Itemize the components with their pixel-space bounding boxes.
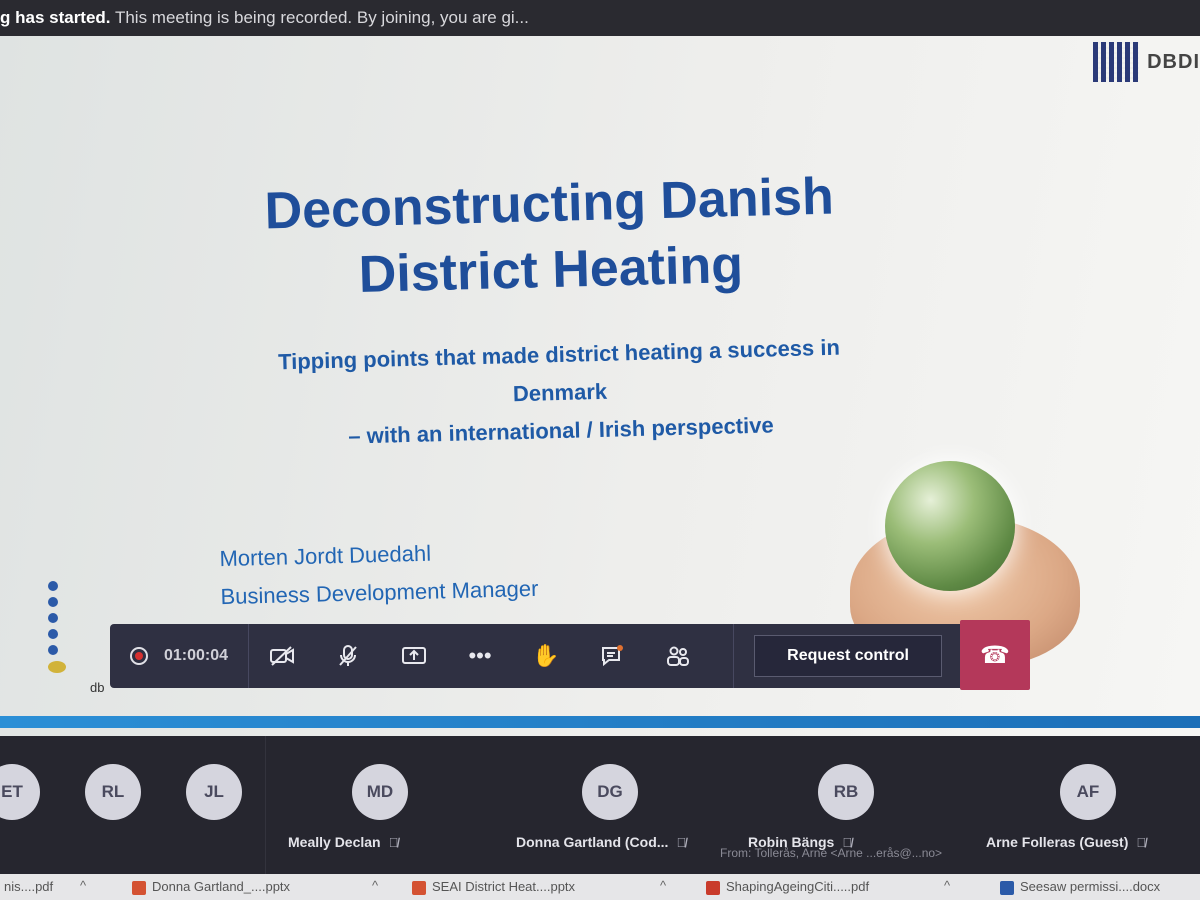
avatar[interactable]: RB xyxy=(818,764,874,820)
download-item[interactable]: nis....pdf xyxy=(4,879,53,894)
presenter-info: Morten Jordt Duedahl Business Developmen… xyxy=(219,532,539,616)
participant-name: Meally Declan 🎙̸ xyxy=(288,834,399,850)
banner-bold-text: g has started. xyxy=(0,8,111,27)
participants-icon xyxy=(667,646,690,666)
more-options-icon: ••• xyxy=(468,643,492,668)
chat-button[interactable] xyxy=(579,624,645,688)
mic-toggle-button[interactable] xyxy=(315,624,381,688)
docx-file-icon xyxy=(1000,880,1014,895)
avatar[interactable]: DG xyxy=(582,764,638,820)
download-item[interactable]: Seesaw permissi....docx xyxy=(1000,879,1160,895)
mic-off-icon: 🎙̸ xyxy=(388,835,399,850)
chevron-up-icon[interactable]: ^ xyxy=(944,878,950,893)
globe-image xyxy=(885,461,1015,591)
more-options-button[interactable]: ••• xyxy=(447,624,513,688)
mic-off-icon: 🎙̸ xyxy=(1136,835,1147,850)
participant-strip: ET RL JL MD Meally Declan 🎙̸ DG Donna Gar… xyxy=(0,736,1200,874)
avatar[interactable]: RL xyxy=(85,764,141,820)
presenter-role: Business Development Manager xyxy=(220,575,539,610)
recording-banner: g has started. This meeting is being rec… xyxy=(0,0,1200,36)
share-screen-button[interactable] xyxy=(381,624,447,688)
mic-off-icon xyxy=(339,645,357,666)
pptx-file-icon xyxy=(412,880,426,895)
chevron-up-icon[interactable]: ^ xyxy=(660,878,666,893)
meeting-toolbar: 01:00:04 ••• ✋ Request control ☎ xyxy=(110,620,1030,690)
underlying-email-text: From: Tollerås, Arne <Arne ...erås@...no… xyxy=(720,846,943,860)
slide-footer-text: db xyxy=(90,680,105,695)
pptx-file-icon xyxy=(132,880,146,895)
mic-off-icon: 🎙̸ xyxy=(676,835,687,850)
request-control-button[interactable]: Request control xyxy=(754,635,943,677)
shared-slide: DBDI Deconstructing Danish District Heat… xyxy=(0,36,1200,736)
slide-title: Deconstructing Danish District Heating xyxy=(168,161,931,313)
download-item[interactable]: SEAI District Heat....pptx xyxy=(412,879,575,895)
share-screen-icon xyxy=(402,647,427,664)
hang-up-icon: ☎ xyxy=(980,641,1010,669)
hang-up-button[interactable]: ☎ xyxy=(960,620,1030,690)
logo-text: DBDI xyxy=(1147,50,1200,73)
avatar[interactable]: AF xyxy=(1060,764,1116,820)
chat-icon xyxy=(602,645,624,667)
participant-name: Donna Gartland (Cod... 🎙̸ xyxy=(516,834,687,850)
chevron-up-icon[interactable]: ^ xyxy=(372,878,378,893)
pdf-file-icon xyxy=(706,880,720,895)
banner-text: This meeting is being recorded. By joini… xyxy=(110,8,529,27)
slide-subtitle: Tipping points that made district heatin… xyxy=(179,326,942,460)
decorative-dots xyxy=(48,581,66,679)
avatar[interactable]: JL xyxy=(186,764,242,820)
chevron-up-icon[interactable]: ^ xyxy=(80,878,86,893)
participants-button[interactable] xyxy=(645,624,711,688)
avatar[interactable]: MD xyxy=(352,764,408,820)
slide-footer-bar xyxy=(0,716,1200,728)
meeting-timer: 01:00:04 xyxy=(164,647,229,664)
participant-name: Arne Folleras (Guest) 🎙̸ xyxy=(986,834,1147,850)
download-item[interactable]: ShapingAgeingCiti.....pdf xyxy=(706,879,869,895)
download-item[interactable]: Donna Gartland_....pptx xyxy=(132,879,290,895)
raise-hand-button[interactable]: ✋ xyxy=(513,624,579,688)
camera-toggle-button[interactable] xyxy=(249,624,315,688)
download-bar: nis....pdf ^ Donna Gartland_....pptx ^ S… xyxy=(0,874,1200,900)
record-icon xyxy=(130,647,148,665)
logo-grid-icon xyxy=(1093,42,1140,82)
raise-hand-icon: ✋ xyxy=(532,643,560,668)
avatar[interactable]: ET xyxy=(0,764,40,820)
camera-off-icon xyxy=(270,646,295,666)
dbdi-logo: DBDI xyxy=(1093,42,1200,82)
